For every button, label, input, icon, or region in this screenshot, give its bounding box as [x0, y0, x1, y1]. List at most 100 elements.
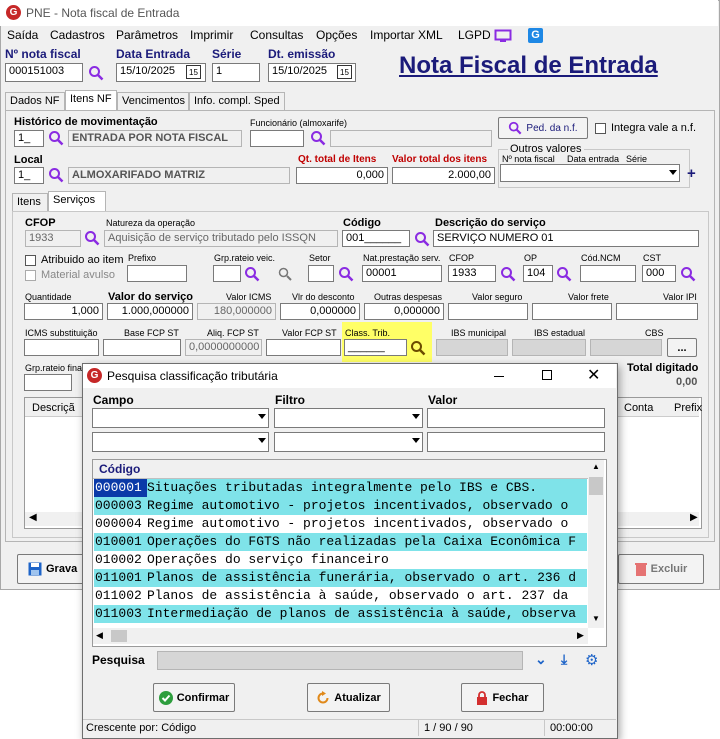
descricao-input[interactable]: SERVIÇO NUMERO 01 [433, 230, 699, 247]
calendar-icon[interactable]: 15 [337, 65, 352, 79]
chevron-double-down-icon[interactable]: ⌄ [535, 651, 547, 668]
tab-itens-nf[interactable]: Itens NF [65, 90, 117, 110]
menu-opcoes[interactable]: Opções [316, 28, 357, 42]
table-row[interactable]: 011002 Planos de assistência à saúde, obs… [94, 587, 587, 605]
menu-consultas[interactable]: Consultas [250, 28, 303, 42]
pesquisa-input[interactable] [157, 651, 523, 670]
minimize-icon[interactable] [494, 376, 504, 377]
valor-frete-input[interactable] [532, 303, 612, 320]
vlr-desconto-input[interactable]: 0,000000 [280, 303, 360, 320]
scroll-right-icon[interactable]: ▶ [577, 630, 584, 641]
search-icon[interactable] [48, 130, 64, 146]
filtro-dropdown-2[interactable] [274, 432, 423, 452]
scroll-left-icon[interactable]: ◀ [96, 630, 103, 641]
quantidade-input[interactable]: 1,000 [24, 303, 103, 320]
scroll-right-icon[interactable]: ▶ [690, 512, 698, 523]
menu-saida[interactable]: Saída [7, 28, 38, 42]
menu-importar-xml[interactable]: Importar XML [370, 28, 443, 42]
menu-imprimir[interactable]: Imprimir [190, 28, 233, 42]
valor-servico-input[interactable]: 1.000,000000 [107, 303, 193, 320]
table-row[interactable]: 000004 Regime automotivo - projetos incen… [94, 515, 587, 533]
search-icon[interactable] [680, 266, 696, 282]
search-icon[interactable] [556, 266, 572, 282]
maximize-icon[interactable] [542, 370, 552, 380]
table-row[interactable]: 011003 Intermediação de planos de assistê… [94, 605, 587, 623]
funcionario-input[interactable] [250, 130, 304, 147]
calendar-icon[interactable]: 15 [186, 65, 201, 79]
excluir-button[interactable]: Excluir [618, 554, 704, 584]
codigo-input[interactable]: 001______ [342, 230, 410, 247]
subtab-itens[interactable]: Itens [12, 193, 48, 211]
icms-substituicao-input[interactable] [24, 339, 99, 356]
vehicle-search-icon[interactable] [277, 266, 293, 282]
nat-prestacao-input[interactable]: 00001 [362, 265, 442, 282]
setor-input[interactable] [308, 265, 334, 282]
app-shortcut-icon[interactable]: G [528, 28, 543, 43]
campo-dropdown-1[interactable] [92, 408, 269, 428]
table-row[interactable]: 000001 Situações tributadas integralmente… [94, 479, 587, 497]
menu-parametros[interactable]: Parâmetros [116, 28, 178, 42]
results-horizontal-scrollbar[interactable] [93, 628, 588, 644]
outros-valores-dropdown[interactable] [500, 164, 680, 182]
class-trib-input[interactable]: ______ [344, 339, 407, 356]
campo-dropdown-2[interactable] [92, 432, 269, 452]
grp-rateio-input[interactable] [213, 265, 241, 282]
search-icon[interactable] [338, 266, 354, 282]
results-grid[interactable]: Código 000001 Situações tributadas integr… [92, 459, 607, 647]
table-row[interactable]: 000003 Regime automotivo - projetos incen… [94, 497, 587, 515]
search-icon[interactable] [88, 65, 104, 81]
prefixo-input[interactable] [127, 265, 187, 282]
base-fcp-input[interactable] [103, 339, 181, 356]
valor-input-1[interactable] [427, 408, 605, 428]
add-icon[interactable]: + [687, 165, 696, 182]
search-icon[interactable] [310, 130, 326, 146]
tab-dados-nf[interactable]: Dados NF [5, 92, 65, 110]
cst-input[interactable]: 000 [642, 265, 676, 282]
pedido-nf-button[interactable]: Ped. da n.f. [498, 117, 588, 139]
table-row[interactable]: 011001 Planos de assistência funerária, o… [94, 569, 587, 587]
search-icon[interactable] [84, 230, 100, 246]
search-icon[interactable] [244, 266, 260, 282]
fechar-button[interactable]: Fechar [461, 683, 544, 712]
search-icon[interactable] [410, 340, 426, 356]
tab-info-compl-sped[interactable]: Info. compl. Sped [189, 92, 285, 110]
search-icon[interactable] [48, 167, 64, 183]
scroll-left-icon[interactable]: ◀ [29, 512, 37, 523]
scroll-down-icon[interactable]: ▼ [592, 614, 600, 623]
historico-code-input[interactable]: 1_ [14, 130, 44, 147]
gear-icon[interactable]: ⚙ [585, 651, 598, 669]
filtro-dropdown-1[interactable] [274, 408, 423, 428]
local-code-input[interactable]: 1_ [14, 167, 44, 184]
op-input[interactable]: 104 [523, 265, 553, 282]
valor-input-2[interactable] [427, 432, 605, 452]
scrollbar-thumb[interactable] [589, 477, 603, 495]
material-avulso-checkbox[interactable] [25, 270, 36, 281]
atualizar-button[interactable]: Atualizar [307, 683, 390, 712]
valor-seguro-input[interactable] [448, 303, 528, 320]
cod-ncm-input[interactable] [580, 265, 636, 282]
valor-ipi-input[interactable] [616, 303, 698, 320]
serie-input[interactable]: 1 [212, 63, 260, 82]
menu-cadastros[interactable]: Cadastros [50, 28, 105, 42]
integra-vale-checkbox[interactable] [595, 123, 606, 134]
search-icon[interactable] [414, 231, 430, 247]
grp-rateio-fina-input[interactable] [24, 374, 72, 391]
tab-vencimentos[interactable]: Vencimentos [117, 92, 189, 110]
search-icon[interactable] [500, 266, 516, 282]
close-icon[interactable]: ✕ [587, 365, 600, 385]
valor-fcp-input[interactable] [266, 339, 341, 356]
outras-despesas-input[interactable]: 0,000000 [364, 303, 444, 320]
cfop2-input[interactable]: 1933 [448, 265, 496, 282]
col-codigo-header[interactable]: Código [99, 462, 140, 476]
nota-fiscal-input[interactable]: 000151003 [5, 63, 83, 82]
table-row[interactable]: 010002 Operações do serviço financeiro [94, 551, 587, 569]
hscroll-thumb[interactable] [111, 630, 127, 642]
cbs-more-button[interactable]: ... [667, 338, 697, 357]
confirmar-button[interactable]: Confirmar [153, 683, 235, 712]
subtab-servicos[interactable]: Serviços [48, 191, 106, 211]
menu-lgpd[interactable]: LGPD [458, 28, 491, 42]
atribuido-checkbox[interactable] [25, 255, 36, 266]
monitor-icon[interactable] [494, 29, 512, 44]
scroll-up-icon[interactable]: ▲ [592, 462, 600, 471]
table-row[interactable]: 010001 Operações do FGTS não realizadas p… [94, 533, 587, 551]
